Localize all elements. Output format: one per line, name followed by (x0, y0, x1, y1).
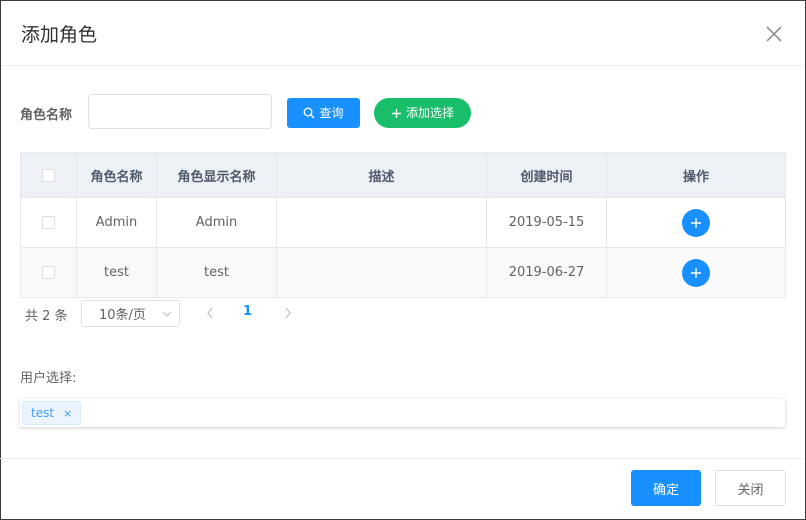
plus-icon (691, 267, 701, 278)
table-header-row: 角色名称 角色显示名称 描述 创建时间 操作 (20, 152, 786, 198)
cell-description (276, 197, 487, 248)
chevron-left-icon (207, 307, 213, 319)
col-header-display-name: 角色显示名称 (156, 152, 277, 198)
col-header-actions: 操作 (606, 152, 786, 198)
row-select-cell (20, 247, 77, 298)
chevron-right-icon (285, 307, 291, 319)
user-tag: test × (22, 401, 82, 425)
cell-description (276, 247, 487, 298)
cell-role-name: Admin (76, 197, 157, 248)
add-row-button[interactable] (682, 208, 710, 237)
pagination-total: 共 2 条 (25, 309, 68, 324)
col-header-role-name: 角色名称 (76, 152, 157, 198)
close-button[interactable]: 关闭 (715, 470, 786, 506)
plus-icon (391, 108, 401, 118)
add-selection-button[interactable]: 添加选择 (374, 98, 471, 128)
col-header-description: 描述 (276, 152, 487, 198)
cell-display-name: Admin (156, 197, 277, 248)
cell-display-name: test (156, 247, 277, 298)
row-checkbox[interactable] (42, 216, 55, 229)
role-name-label: 角色名称 (20, 108, 73, 123)
roles-table: 角色名称 角色显示名称 描述 创建时间 操作 Admin Admin 2019-… (20, 152, 786, 298)
page-number[interactable]: 1 (243, 304, 252, 319)
search-button[interactable]: 查询 (287, 98, 360, 128)
tag-close-icon[interactable]: × (63, 408, 72, 419)
table-row: Admin Admin 2019-05-15 (20, 197, 786, 248)
cell-role-name: test (76, 247, 157, 298)
add-row-button[interactable] (682, 258, 710, 287)
search-icon (303, 107, 315, 119)
user-tag-label: test (31, 406, 55, 420)
confirm-button[interactable]: 确定 (631, 470, 701, 506)
role-name-input[interactable] (88, 94, 272, 129)
page-size-value: 10条/页 (99, 308, 146, 323)
col-header-created: 创建时间 (486, 152, 607, 198)
table-row: test test 2019-06-27 (20, 247, 786, 298)
cell-created: 2019-05-15 (486, 197, 607, 248)
select-all-cell (20, 152, 77, 198)
dialog-header: 添加角色 (1, 1, 805, 66)
user-select-box[interactable]: test × (20, 399, 785, 427)
user-select-label: 用户选择: (20, 371, 77, 386)
dialog-title: 添加角色 (21, 24, 98, 46)
plus-icon (691, 217, 701, 228)
row-select-cell (20, 197, 77, 248)
add-selection-label: 添加选择 (405, 106, 454, 120)
row-checkbox[interactable] (42, 266, 55, 279)
select-all-checkbox[interactable] (42, 168, 55, 182)
page-size-select[interactable]: 10条/页 (81, 300, 180, 327)
search-button-label: 查询 (319, 106, 344, 120)
cell-actions (606, 197, 786, 248)
next-page-button[interactable] (281, 305, 295, 321)
cell-actions (606, 247, 786, 298)
cell-created: 2019-06-27 (486, 247, 607, 298)
prev-page-button[interactable] (203, 305, 217, 321)
close-icon[interactable] (763, 23, 785, 45)
chevron-down-icon (162, 311, 172, 317)
